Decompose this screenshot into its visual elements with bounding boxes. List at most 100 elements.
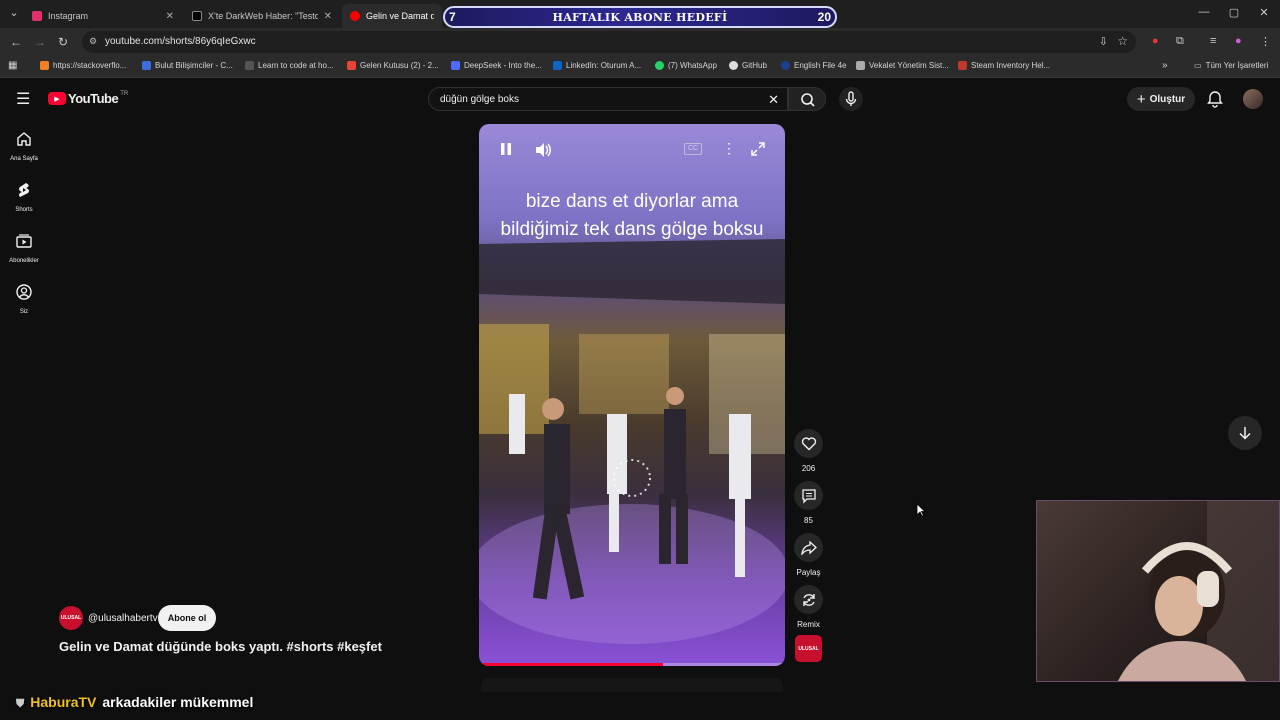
- next-short-button[interactable]: [1228, 416, 1262, 450]
- captions-button[interactable]: CC: [684, 143, 702, 155]
- bookmark-label: LinkedIn: Oturum A...: [566, 61, 642, 70]
- subscriptions-icon: [16, 234, 32, 248]
- tab-youtube[interactable]: Gelin ve Damat düğün: [342, 4, 442, 28]
- tab-title: Gelin ve Damat düğün: [366, 11, 434, 21]
- subscribe-button[interactable]: Abone ol: [158, 605, 216, 631]
- deepseek-icon: [451, 61, 460, 70]
- youtube-logo[interactable]: ▶ YouTube TR: [48, 91, 128, 106]
- all-bookmarks[interactable]: ▭ Tüm Yer İşaretleri: [1194, 61, 1268, 70]
- close-icon[interactable]: ✕: [324, 11, 332, 22]
- bookmark-item[interactable]: https://stackoverflo...: [40, 61, 126, 70]
- close-icon[interactable]: ✕: [166, 11, 174, 22]
- bookmark-item[interactable]: English File 4e: [781, 61, 846, 70]
- maximize-icon[interactable]: ▢: [1226, 6, 1242, 19]
- steam-icon: [958, 61, 967, 70]
- bookmark-item[interactable]: DeepSeek - Into the...: [451, 61, 542, 70]
- tab-instagram[interactable]: Instagram ✕: [24, 4, 182, 28]
- channel-thumbnail-button[interactable]: ULUSAL: [795, 635, 822, 662]
- x-icon: [192, 11, 202, 21]
- bookmark-item[interactable]: GitHub: [729, 61, 767, 70]
- subscribe-label: Abone ol: [167, 613, 207, 623]
- video-title[interactable]: Gelin ve Damat düğünde boks yaptı. #shor…: [59, 639, 382, 654]
- sidebar-item-label: Siz: [19, 309, 29, 315]
- avatar[interactable]: [1243, 89, 1263, 109]
- bookmark-item[interactable]: Learn to code at ho...: [245, 61, 334, 70]
- bookmark-label: Learn to code at ho...: [258, 61, 334, 70]
- media-control-icon[interactable]: ≡: [1210, 35, 1216, 47]
- whatsapp-icon: [655, 61, 664, 70]
- bookmark-item[interactable]: LinkedIn: Oturum A...: [553, 61, 641, 70]
- bookmark-item[interactable]: Vekalet Yönetim Sist...: [856, 61, 949, 70]
- chat-text: arkadakiler mükemmel: [102, 694, 254, 710]
- extension-icon[interactable]: ●: [1152, 35, 1159, 47]
- bookmark-label: English File 4e: [794, 61, 847, 70]
- bookmark-item[interactable]: Steam Inventory Hel...: [958, 61, 1050, 70]
- more-options-icon[interactable]: ⋮: [722, 140, 736, 157]
- volume-icon: [536, 143, 551, 157]
- bookmark-star-icon[interactable]: ☆: [1117, 34, 1128, 48]
- bookmark-item[interactable]: Gelen Kutusu (2) - 2...: [347, 61, 439, 70]
- menu-icon[interactable]: ⋮: [1260, 35, 1271, 48]
- reload-icon[interactable]: ↻: [58, 35, 68, 49]
- shorts-video-player[interactable]: CC ⋮ bize dans et diyorlar ama bildiğimi…: [479, 124, 785, 666]
- instagram-icon: [32, 11, 42, 21]
- search-box[interactable]: düğün gölge boks ✕: [428, 87, 788, 111]
- bookmark-label: https://stackoverflo...: [53, 61, 127, 70]
- sidebar-item-shorts[interactable]: Shorts: [0, 181, 48, 213]
- remix-button[interactable]: Remix: [794, 585, 823, 629]
- logo-text: YouTube: [68, 91, 119, 106]
- comment-icon: [801, 488, 816, 504]
- tab-search-icon[interactable]: ⌄: [6, 6, 22, 19]
- bookmark-item[interactable]: (7) WhatsApp: [655, 61, 717, 70]
- back-icon[interactable]: ←: [10, 35, 22, 49]
- profile-icon[interactable]: ●: [1235, 35, 1242, 47]
- share-button[interactable]: Paylaş: [794, 533, 823, 577]
- stream-chat-message: ⛊ HaburaTV arkadakiler mükemmel: [16, 694, 253, 711]
- like-button[interactable]: 206: [794, 429, 823, 473]
- sidebar-item-home[interactable]: Ana Sayfa: [0, 130, 48, 162]
- region-code: TR: [120, 90, 129, 97]
- bookmark-label: (7) WhatsApp: [668, 61, 717, 70]
- all-bookmarks-label: Tüm Yer İşaretleri: [1205, 61, 1269, 70]
- youtube-play-icon: ▶: [48, 92, 66, 105]
- fullscreen-button[interactable]: [751, 142, 765, 161]
- site-info-icon[interactable]: ⚙: [89, 36, 97, 47]
- tab-x[interactable]: X'te DarkWeb Haber: "Testo Ta ✕: [184, 4, 340, 28]
- sidebar-item-subscriptions[interactable]: Abonelikler: [0, 232, 48, 264]
- channel-handle[interactable]: @ulusalhabertv: [88, 613, 158, 624]
- forward-icon[interactable]: →: [34, 35, 46, 49]
- bookmark-label: Gelen Kutusu (2) - 2...: [360, 61, 439, 70]
- channel-thumbnail-label: ULUSAL: [798, 645, 819, 652]
- clear-search-icon[interactable]: ✕: [768, 92, 779, 108]
- search-button[interactable]: [788, 87, 826, 111]
- pause-button[interactable]: [499, 142, 513, 161]
- vekalet-icon: [856, 61, 865, 70]
- extensions-puzzle-icon[interactable]: ⧉: [1176, 35, 1184, 48]
- address-bar[interactable]: ⚙ youtube.com/shorts/86y6qIeGxwc ⇩ ☆: [82, 31, 1136, 53]
- notifications-bell-icon[interactable]: [1206, 90, 1224, 108]
- arrow-down-icon: [1239, 427, 1251, 440]
- create-button[interactable]: + Oluştur: [1127, 87, 1195, 111]
- voice-search-button[interactable]: [839, 87, 863, 111]
- video-progress-bar[interactable]: [479, 663, 785, 666]
- search-icon: [801, 93, 815, 107]
- youtube-icon: [350, 11, 360, 21]
- install-app-icon[interactable]: ⇩: [1099, 35, 1108, 48]
- comments-button[interactable]: 85: [794, 481, 823, 525]
- subscriber-goal-overlay: 7 HAFTALIK ABONE HEDEFİ 20: [443, 6, 837, 28]
- bookmark-item[interactable]: Bulut Bilişimciler - C...: [142, 61, 233, 70]
- volume-button[interactable]: [535, 142, 553, 163]
- more-bookmarks-icon[interactable]: »: [1162, 60, 1168, 71]
- apps-grid-icon[interactable]: ▦: [8, 60, 17, 71]
- sidebar-item-you[interactable]: Siz: [0, 283, 48, 315]
- pause-icon: [501, 143, 511, 155]
- folder-icon: ▭: [1194, 61, 1202, 70]
- minimize-icon[interactable]: —: [1196, 6, 1212, 18]
- window-close-icon[interactable]: ✕: [1256, 6, 1272, 19]
- channel-avatar[interactable]: ULUSAL: [59, 606, 83, 630]
- hamburger-menu-icon[interactable]: ☰: [16, 89, 30, 109]
- mouse-cursor-icon: [916, 503, 926, 517]
- next-short-preview[interactable]: [481, 678, 783, 692]
- goal-target: 20: [817, 10, 831, 24]
- search-input[interactable]: düğün gölge boks: [440, 94, 519, 105]
